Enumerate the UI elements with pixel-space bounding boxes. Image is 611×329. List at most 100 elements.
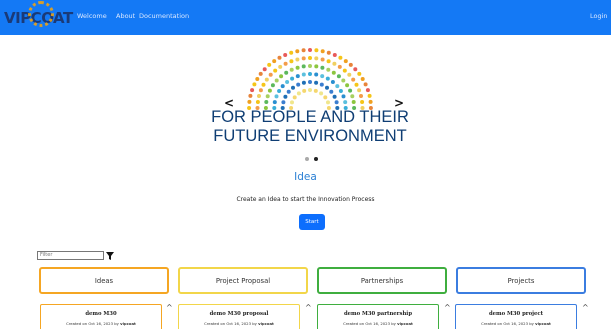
card-meta: Created on Oct 16, 2023 by vipcoat: [204, 321, 274, 326]
rainbow-dot: [326, 67, 331, 72]
rainbow-dot: [319, 91, 324, 96]
rainbow-dot: [353, 67, 358, 72]
collapse-caret-icon[interactable]: ^: [305, 303, 312, 312]
nav-welcome-link[interactable]: Welcome: [77, 12, 107, 20]
rainbow-dot: [283, 61, 288, 66]
rainbow-dot: [325, 85, 329, 90]
rainbow-dot: [295, 74, 300, 79]
rainbow-dot: [296, 82, 301, 87]
category-project-proposal-button[interactable]: Project Proposal: [178, 267, 308, 294]
rainbow-dot: [284, 70, 289, 75]
carousel-headline: FOR PEOPLE AND THEIR FUTURE ENVIRONMENT: [210, 108, 410, 146]
rainbow-dot: [338, 89, 343, 93]
collapse-caret-icon[interactable]: ^: [444, 303, 451, 312]
rainbow-dot: [277, 55, 282, 60]
rainbow-dot: [255, 77, 260, 81]
rainbow-dot: [341, 94, 346, 99]
rainbow-dot: [296, 91, 301, 96]
hero-carousel: < > FOR PEOPLE AND THEIR FUTURE ENVIRONM…: [210, 42, 410, 162]
rainbow-dot: [343, 59, 348, 64]
rainbow-dot: [314, 56, 319, 61]
rainbow-dot: [267, 62, 272, 67]
rainbow-dots-icon: [247, 48, 373, 110]
partnership-card[interactable]: demo M30 partnership Created on Oct 16, …: [317, 304, 439, 329]
rainbow-dot: [314, 64, 319, 69]
rainbow-dot: [308, 88, 312, 92]
proposal-card[interactable]: demo M30 proposal Created on Oct 16, 202…: [178, 304, 300, 329]
carousel-indicator-2[interactable]: [314, 157, 318, 161]
rainbow-dot: [341, 78, 346, 83]
rainbow-dot: [314, 80, 319, 85]
rainbow-dot: [335, 84, 340, 89]
card-title: demo M30 proposal: [209, 311, 269, 317]
rainbow-dot: [250, 88, 255, 93]
rainbow-dot: [265, 94, 270, 99]
rainbow-dot: [301, 48, 306, 53]
carousel-indicators: [305, 157, 318, 161]
category-partnerships-button[interactable]: Partnerships: [317, 267, 447, 294]
rainbow-dot: [332, 61, 337, 66]
rainbow-dot: [273, 68, 278, 73]
card-meta: Created on Oct 16, 2023 by vipcoat: [343, 321, 413, 326]
rainbow-dot: [283, 94, 288, 99]
rainbow-dot: [334, 100, 339, 105]
carousel-indicator-1[interactable]: [305, 157, 309, 161]
rainbow-dot: [301, 80, 306, 85]
rainbow-dot: [320, 65, 325, 70]
rainbow-dot: [258, 88, 263, 93]
rainbow-dot: [320, 74, 325, 79]
collapse-caret-icon[interactable]: ^: [582, 303, 589, 312]
rainbow-dot: [313, 88, 318, 93]
category-ideas-button[interactable]: Ideas: [39, 267, 169, 294]
collapse-caret-icon[interactable]: ^: [166, 303, 173, 312]
rainbow-dot: [278, 64, 283, 69]
project-card[interactable]: demo M30 project Created on Oct 16, 2023…: [455, 304, 577, 329]
rainbow-dot: [279, 74, 284, 79]
funnel-icon[interactable]: [106, 252, 114, 260]
rainbow-dot: [277, 89, 282, 93]
rainbow-dot: [308, 72, 312, 76]
rainbow-dot: [320, 57, 325, 62]
rainbow-dot: [330, 80, 335, 84]
brand-logo[interactable]: VIPCOAT: [4, 1, 73, 29]
rainbow-dot: [320, 49, 325, 54]
rainbow-dot: [290, 76, 295, 81]
rainbow-dot: [301, 64, 306, 69]
rainbow-dot: [351, 100, 356, 104]
rainbow-dot: [248, 93, 253, 98]
filter-input[interactable]: Filter: [37, 251, 104, 260]
card-title: demo M30 partnership: [343, 311, 413, 317]
rainbow-dot: [301, 72, 306, 77]
rainbow-dot: [359, 94, 363, 98]
rainbow-dot: [252, 82, 257, 87]
rainbow-dot: [314, 48, 319, 53]
rainbow-dot: [292, 95, 297, 100]
rainbow-dot: [365, 88, 370, 93]
category-projects-button[interactable]: Projects: [456, 267, 586, 294]
rainbow-dot: [289, 50, 294, 55]
rainbow-dot: [261, 82, 266, 87]
card-meta: Created on Oct 16, 2023 by vipcoat: [66, 321, 136, 326]
rainbow-dot: [308, 80, 312, 84]
rainbow-dot: [343, 100, 348, 105]
slide-description: Create an Idea to start the Innovation P…: [236, 196, 375, 203]
rainbow-dot: [302, 88, 307, 93]
start-button[interactable]: Start: [299, 214, 325, 230]
rainbow-dot: [326, 59, 331, 64]
card-title: demo M30 project: [488, 311, 544, 317]
rainbow-dot: [289, 67, 294, 72]
card-meta: Created on Oct 16, 2023 by vipcoat: [481, 321, 551, 326]
rainbow-dot: [337, 64, 342, 69]
rainbow-dot: [267, 88, 272, 93]
rainbow-dot: [368, 99, 373, 104]
headline-line-2: FUTURE ENVIRONMENT: [213, 127, 407, 145]
idea-card[interactable]: demo M30 Created on Oct 16, 2023 by vipc…: [40, 304, 162, 329]
rainbow-dot: [338, 55, 343, 60]
rainbow-dot: [348, 88, 353, 93]
nav-about-link[interactable]: About: [116, 12, 135, 20]
rainbow-dot: [308, 64, 312, 68]
rainbow-dot: [272, 100, 277, 105]
rainbow-dot: [255, 100, 260, 104]
login-link[interactable]: Login: [590, 12, 608, 20]
nav-documentation-link[interactable]: Documentation: [139, 12, 189, 20]
